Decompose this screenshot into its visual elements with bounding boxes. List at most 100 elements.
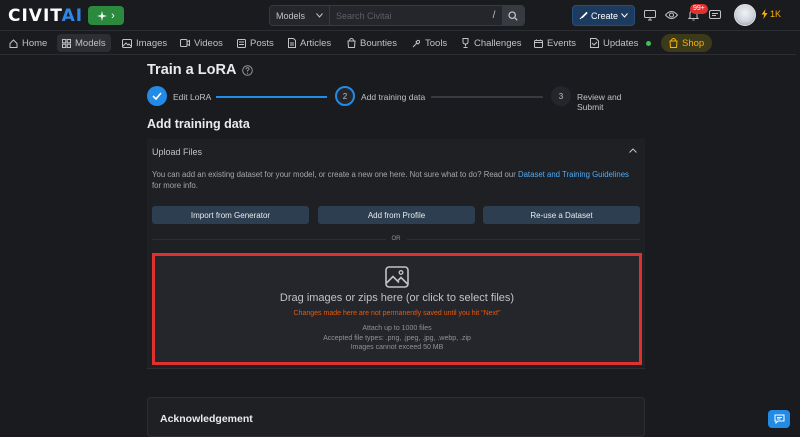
- upload-description: You can add an existing dataset for your…: [152, 169, 632, 191]
- lightning-icon: [761, 9, 768, 19]
- import-button-row: Import from Generator Add from Profile R…: [152, 206, 640, 224]
- posts-icon: [237, 38, 246, 48]
- images-icon: [122, 38, 132, 48]
- dropzone-size-text: Images cannot exceed 50 MB: [350, 344, 444, 351]
- nav-shop[interactable]: Shop: [661, 34, 713, 52]
- nav-events[interactable]: Events: [529, 34, 581, 52]
- help-icon[interactable]: [242, 64, 254, 76]
- nav-articles[interactable]: Articles: [283, 34, 336, 52]
- step-1-complete[interactable]: [147, 86, 167, 106]
- civitai-logo[interactable]: CIVITAI: [8, 6, 83, 26]
- upload-files-panel: Upload Files You can add an existing dat…: [147, 139, 645, 369]
- nav-models[interactable]: Models: [57, 34, 111, 52]
- reuse-dataset-button[interactable]: Re-use a Dataset: [483, 206, 640, 224]
- nav-tools[interactable]: Tools: [407, 34, 452, 52]
- articles-icon: [288, 38, 296, 48]
- chevron-up-icon[interactable]: [629, 145, 637, 155]
- eye-off-icon[interactable]: [664, 8, 678, 22]
- check-icon: [152, 92, 162, 100]
- import-from-generator-button[interactable]: Import from Generator: [152, 206, 309, 224]
- top-bar: CIVITAI › Models / Create 99+ 1K: [0, 0, 800, 31]
- step-connector-pending: [431, 96, 543, 98]
- file-dropzone[interactable]: Drag images or zips here (or click to se…: [152, 253, 642, 365]
- videos-icon: [180, 39, 190, 47]
- page-title-text: Train a LoRA: [147, 62, 237, 78]
- search-icon: [508, 10, 518, 21]
- dropzone-warning-text: Changes made here are not permanently sa…: [293, 310, 501, 317]
- search-type-select[interactable]: Models: [270, 6, 330, 25]
- search-shortcut-hint: /: [486, 6, 502, 25]
- dropzone-limit-text: Attach up to 1000 files: [362, 325, 432, 332]
- or-divider: OR: [152, 235, 640, 243]
- search-bar: Models /: [269, 5, 525, 26]
- upload-files-header[interactable]: Upload Files: [152, 147, 202, 157]
- nav-label: Images: [136, 37, 168, 49]
- chevron-down-icon: [316, 13, 323, 18]
- search-button[interactable]: [502, 6, 524, 25]
- notification-badge: 99+: [690, 4, 708, 14]
- models-icon: [62, 38, 71, 48]
- training-stepper: Edit LoRA 2 Add training data 3 Review a…: [147, 86, 647, 112]
- nav-label: Posts: [250, 37, 274, 49]
- nav-videos[interactable]: Videos: [175, 34, 228, 52]
- logo-text: CIVIT: [8, 6, 62, 26]
- step-3-pending[interactable]: 3: [551, 86, 571, 106]
- nav-label: Home: [22, 37, 48, 49]
- search-input[interactable]: [330, 6, 486, 25]
- nav-label: Articles: [300, 37, 332, 49]
- user-avatar[interactable]: [734, 4, 756, 26]
- acknowledgement-card: Acknowledgement: [147, 397, 645, 437]
- image-upload-icon: [385, 266, 409, 288]
- nav-images[interactable]: Images: [117, 34, 172, 52]
- upload-desc-text: You can add an existing dataset for your…: [152, 170, 518, 179]
- acknowledgement-title: Acknowledgement: [160, 413, 253, 425]
- logo-badge-button[interactable]: ›: [88, 6, 124, 25]
- nav-posts[interactable]: Posts: [232, 34, 279, 52]
- nav-home[interactable]: Home: [4, 34, 52, 52]
- updates-indicator-dot: [646, 40, 652, 46]
- challenges-icon: [462, 38, 469, 48]
- create-label: Create: [590, 10, 618, 21]
- nav-label: Shop: [682, 37, 705, 49]
- events-icon: [534, 39, 543, 48]
- chat-icon[interactable]: [708, 8, 722, 22]
- section-title: Add training data: [147, 117, 250, 131]
- updates-icon: [590, 38, 599, 48]
- step-2-label: Add training data: [361, 92, 426, 102]
- page-title: Train a LoRA: [147, 62, 254, 78]
- monitor-icon[interactable]: [643, 8, 657, 22]
- support-chat-button[interactable]: [768, 410, 790, 428]
- nav-label: Events: [547, 37, 577, 49]
- buzz-balance[interactable]: 1K: [761, 9, 781, 19]
- divider-line: [152, 238, 386, 240]
- sparkle-icon: [97, 10, 108, 21]
- step-1-label: Edit LoRA: [173, 92, 212, 102]
- divider-line: [406, 238, 640, 240]
- brush-icon: [579, 11, 588, 20]
- guidelines-link[interactable]: Dataset and Training Guidelines: [518, 170, 629, 179]
- create-button[interactable]: Create: [572, 5, 635, 26]
- main-nav: Home Models Images Videos Posts Articles…: [0, 31, 800, 55]
- step-2-active[interactable]: 2: [335, 86, 355, 106]
- nav-label: Videos: [194, 37, 223, 49]
- message-icon: [774, 414, 784, 424]
- nav-label: Bounties: [360, 37, 397, 49]
- nav-bounties[interactable]: Bounties: [342, 34, 402, 52]
- nav-challenges[interactable]: Challenges: [456, 34, 527, 52]
- logo-accent-text: AI: [61, 6, 84, 26]
- chevron-down-icon: [621, 13, 628, 18]
- nav-label: Updates: [603, 37, 639, 49]
- bounties-icon: [347, 38, 356, 48]
- search-type-value: Models: [276, 10, 306, 21]
- nav-label: Challenges: [474, 37, 522, 49]
- page-scrollbar[interactable]: [796, 31, 800, 432]
- step-connector-complete: [216, 96, 327, 98]
- upload-desc-tail: for more info.: [152, 181, 198, 190]
- or-text: OR: [391, 236, 401, 242]
- buzz-amount: 1K: [770, 9, 782, 19]
- nav-updates[interactable]: Updates: [585, 34, 656, 52]
- tools-icon: [412, 39, 421, 47]
- dropzone-main-text: Drag images or zips here (or click to se…: [279, 292, 515, 304]
- nav-label: Models: [75, 37, 106, 49]
- add-from-profile-button[interactable]: Add from Profile: [318, 206, 475, 224]
